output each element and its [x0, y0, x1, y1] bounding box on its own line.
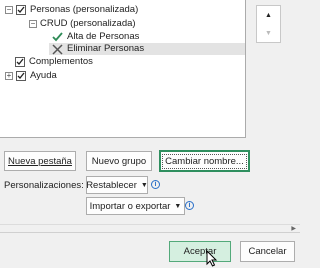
new-group-label: Nuevo grupo [91, 155, 147, 167]
tree-item-complementos[interactable]: Complementos [15, 56, 93, 68]
arrow-down-icon: ▼ [265, 29, 272, 37]
rename-button[interactable]: Cambiar nombre... [159, 150, 250, 172]
delete-x-icon [51, 43, 63, 55]
horizontal-scrollbar[interactable]: ▶ [0, 224, 300, 232]
ribbon-tree[interactable]: − Personas (personalizada) − CRUD (perso… [0, 0, 246, 138]
arrow-up-icon: ▲ [265, 11, 272, 19]
tree-item-label: Complementos [29, 56, 93, 67]
import-export-dropdown[interactable]: Importar o exportar ▼ [86, 197, 185, 215]
checkbox-ayuda[interactable] [16, 71, 26, 81]
move-up-button[interactable]: ▲ [257, 6, 280, 24]
info-icon[interactable]: i [185, 201, 194, 210]
dropdown-arrow-icon: ▼ [140, 181, 148, 189]
collapse-icon[interactable]: − [5, 6, 13, 14]
move-down-button[interactable]: ▼ [257, 24, 280, 42]
cancel-label: Cancelar [248, 246, 287, 257]
divider [0, 232, 300, 233]
tree-item-label: Personas (personalizada) [30, 4, 139, 15]
checkmark-icon [51, 31, 63, 43]
checkbox-personas[interactable] [16, 5, 26, 15]
new-tab-button[interactable]: Nueva pestaña [4, 151, 76, 171]
customizations-label: Personalizaciones: [4, 180, 84, 191]
tree-item-crud[interactable]: − CRUD (personalizada) [29, 18, 136, 30]
accept-button[interactable]: Aceptar [169, 241, 231, 262]
new-tab-label: Nueva pestaña [8, 155, 72, 167]
reset-label: Restablecer [86, 179, 137, 191]
info-icon[interactable]: i [151, 180, 160, 189]
tree-item-personas[interactable]: − Personas (personalizada) [5, 4, 138, 16]
tree-item-label: Ayuda [30, 70, 57, 81]
tree-item-ayuda[interactable]: + Ayuda [5, 70, 57, 82]
tree-item-eliminar[interactable]: Eliminar Personas [49, 43, 245, 55]
move-buttons: ▲ ▼ [256, 5, 281, 43]
expand-icon[interactable]: + [5, 72, 13, 80]
import-export-label: Importar o exportar [89, 200, 171, 212]
new-group-button[interactable]: Nuevo grupo [86, 151, 152, 171]
scroll-right-icon[interactable]: ▶ [291, 225, 296, 232]
dropdown-arrow-icon: ▼ [174, 202, 182, 210]
tree-item-alta[interactable]: Alta de Personas [51, 31, 139, 43]
checkbox-complementos[interactable] [15, 57, 25, 67]
mouse-cursor-icon [206, 250, 218, 267]
tree-item-label: CRUD (personalizada) [40, 18, 136, 29]
collapse-icon[interactable]: − [29, 20, 37, 28]
tree-item-label: Alta de Personas [67, 31, 140, 42]
cancel-button[interactable]: Cancelar [240, 241, 295, 262]
reset-dropdown[interactable]: Restablecer ▼ [86, 176, 148, 194]
tree-item-label: Eliminar Personas [67, 43, 145, 54]
rename-label: Cambiar nombre... [162, 153, 247, 169]
